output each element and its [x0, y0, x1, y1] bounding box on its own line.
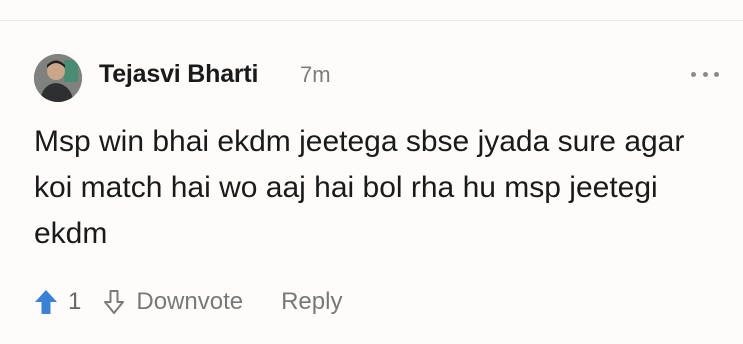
more-options-icon — [691, 71, 696, 77]
downvote-label: Downvote — [136, 288, 244, 315]
upvote-button[interactable]: 1 — [34, 288, 81, 316]
comment-actions: 1 Downvote Reply — [34, 284, 342, 320]
avatar[interactable] — [34, 54, 82, 102]
downvote-arrow-icon — [104, 290, 125, 314]
top-divider — [0, 20, 743, 21]
more-options-button[interactable] — [691, 64, 719, 84]
comment-author[interactable]: Tejasvi Bharti — [99, 60, 259, 89]
reply-button[interactable]: Reply — [281, 288, 342, 316]
comment-body: Msp win bhai ekdm jeetega sbse jyada sur… — [34, 125, 685, 250]
comment-timestamp: 7m — [300, 62, 331, 87]
vote-count: 1 — [68, 288, 82, 315]
downvote-button[interactable]: Downvote — [103, 288, 243, 316]
upvote-arrow-icon — [35, 290, 57, 314]
user-avatar-photo-icon — [34, 54, 82, 102]
